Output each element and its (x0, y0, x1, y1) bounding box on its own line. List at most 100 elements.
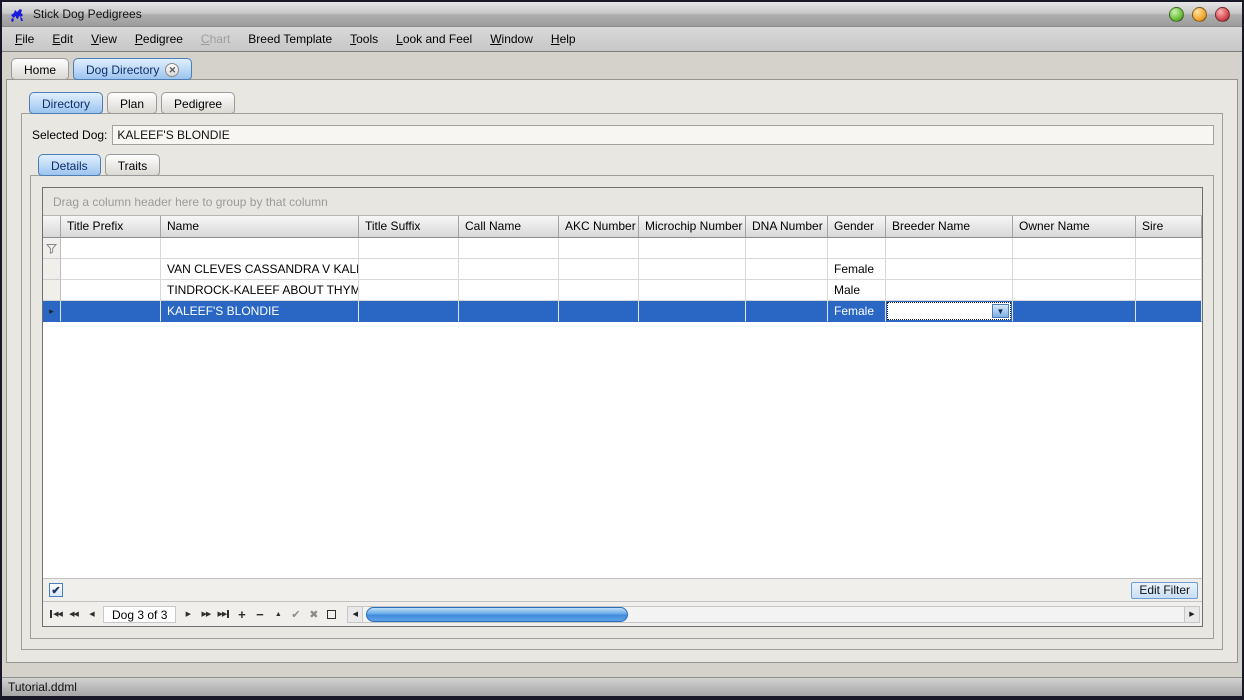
scrollbar-thumb[interactable] (366, 607, 628, 622)
grid-cell-call-name[interactable] (459, 280, 559, 301)
grid-cell-title-prefix[interactable] (61, 259, 161, 280)
grid-group-panel[interactable]: Drag a column header here to group by th… (43, 188, 1202, 216)
column-header-name[interactable]: Name (161, 216, 359, 238)
menu-view[interactable]: View (82, 29, 126, 49)
table-row[interactable]: TINDROCK-KALEEF ABOUT THYME Male (43, 280, 1202, 301)
tab-dog-directory[interactable]: Dog Directory✕ (73, 58, 192, 80)
tab-directory[interactable]: Directory (29, 92, 103, 114)
maximize-button[interactable] (1192, 7, 1207, 22)
grid-cell-gender[interactable]: Male (828, 280, 886, 301)
grid-cell-call-name[interactable] (459, 259, 559, 280)
grid-cell-name[interactable]: KALEEF'S BLONDIE (161, 301, 359, 322)
column-header-gender[interactable]: Gender (828, 216, 886, 238)
grid-cell-name[interactable]: TINDROCK-KALEEF ABOUT THYME (161, 280, 359, 301)
menu-edit[interactable]: Edit (43, 29, 82, 49)
grid-cell-dna-number[interactable] (746, 301, 828, 322)
nav-end-edit-button[interactable]: ✔ (287, 606, 304, 623)
column-header-breeder-name[interactable]: Breeder Name (886, 216, 1013, 238)
column-header-call-name[interactable]: Call Name (459, 216, 559, 238)
column-header-dna-number[interactable]: DNA Number (746, 216, 828, 238)
grid-cell-akc-number[interactable] (559, 280, 639, 301)
grid-cell-owner-name[interactable] (1013, 280, 1136, 301)
grid-cell-microchip-number[interactable] (639, 280, 746, 301)
column-header-microchip-number[interactable]: Microchip Number (639, 216, 746, 238)
filter-cell[interactable] (559, 238, 639, 259)
grid-cell-title-prefix[interactable] (61, 301, 161, 322)
grid-cell-owner-name[interactable] (1013, 259, 1136, 280)
filter-cell[interactable] (1136, 238, 1202, 259)
grid-cell-dna-number[interactable] (746, 280, 828, 301)
grid-cell-sire[interactable] (1136, 301, 1202, 322)
filter-cell[interactable] (639, 238, 746, 259)
filter-cell[interactable] (61, 238, 161, 259)
minimize-button[interactable] (1169, 7, 1184, 22)
nav-box-button[interactable] (323, 606, 340, 623)
menu-window[interactable]: Window (481, 29, 542, 49)
filter-checkbox[interactable]: ✔ (49, 583, 63, 597)
grid-cell-owner-name[interactable] (1013, 301, 1136, 322)
column-header-title-suffix[interactable]: Title Suffix (359, 216, 459, 238)
filter-cell[interactable] (161, 238, 359, 259)
grid-cell-title-prefix[interactable] (61, 280, 161, 301)
nav-append-button[interactable]: + (233, 606, 250, 623)
tab-traits[interactable]: Traits (105, 154, 161, 176)
nav-edit-button[interactable]: ▲ (269, 606, 286, 623)
grid-cell-microchip-number[interactable] (639, 301, 746, 322)
scroll-left-icon[interactable]: ◀ (348, 607, 363, 622)
close-tab-icon[interactable]: ✕ (165, 63, 179, 77)
grid-cell-breeder-name[interactable] (886, 259, 1013, 280)
menu-breed-template[interactable]: Breed Template (239, 29, 341, 49)
nav-cancel-edit-button[interactable]: ✖ (305, 606, 322, 623)
menu-file[interactable]: File (6, 29, 43, 49)
filter-cell[interactable] (746, 238, 828, 259)
grid-cell-akc-number[interactable] (559, 259, 639, 280)
close-button[interactable] (1215, 7, 1230, 22)
breeder-name-editor[interactable]: ▼ (887, 302, 1011, 320)
menu-pedigree[interactable]: Pedigree (126, 29, 192, 49)
filter-cell[interactable] (828, 238, 886, 259)
grid-cell-dna-number[interactable] (746, 259, 828, 280)
table-row[interactable]: ▸KALEEF'S BLONDIEFemale▼ (43, 301, 1202, 322)
filter-cell[interactable] (1013, 238, 1136, 259)
edit-filter-button[interactable]: Edit Filter (1131, 582, 1198, 599)
nav-delete-button[interactable]: − (251, 606, 268, 623)
selected-dog-input[interactable] (112, 125, 1214, 145)
grid-cell-gender[interactable]: Female (828, 259, 886, 280)
filter-cell[interactable] (459, 238, 559, 259)
tab-pedigree[interactable]: Pedigree (161, 92, 235, 114)
grid-cell-microchip-number[interactable] (639, 259, 746, 280)
column-header-title-prefix[interactable]: Title Prefix (61, 216, 161, 238)
grid-cell-sire[interactable] (1136, 280, 1202, 301)
scrollbar-track[interactable] (363, 607, 1184, 622)
tab-plan[interactable]: Plan (107, 92, 157, 114)
nav-next-page-button[interactable]: ▶▶ (197, 606, 214, 623)
tab-details[interactable]: Details (38, 154, 101, 176)
nav-next-button[interactable]: ▶ (179, 606, 196, 623)
nav-first-button[interactable]: ◀◀ (47, 606, 64, 623)
grid-cell-name[interactable]: VAN CLEVES CASSANDRA V KALEEF (161, 259, 359, 280)
menu-help[interactable]: Help (542, 29, 585, 49)
column-header-akc-number[interactable]: AKC Number (559, 216, 639, 238)
filter-cell[interactable] (359, 238, 459, 259)
grid-cell-title-suffix[interactable] (359, 301, 459, 322)
grid-cell-gender[interactable]: Female (828, 301, 886, 322)
grid-cell-breeder-name[interactable] (886, 280, 1013, 301)
menu-look-and-feel[interactable]: Look and Feel (387, 29, 481, 49)
column-header-owner-name[interactable]: Owner Name (1013, 216, 1136, 238)
grid-cell-call-name[interactable] (459, 301, 559, 322)
tab-home[interactable]: Home (11, 58, 69, 80)
grid-cell-sire[interactable] (1136, 259, 1202, 280)
nav-prev-page-button[interactable]: ◀◀ (65, 606, 82, 623)
nav-prev-button[interactable]: ◀ (83, 606, 100, 623)
filter-cell[interactable] (886, 238, 1013, 259)
grid-cell-title-suffix[interactable] (359, 280, 459, 301)
grid-cell-breeder-name[interactable]: ▼ (886, 301, 1013, 322)
column-header-sire[interactable]: Sire (1136, 216, 1202, 238)
scroll-right-icon[interactable]: ▶ (1184, 607, 1199, 622)
dropdown-arrow-icon[interactable]: ▼ (992, 304, 1009, 318)
menu-tools[interactable]: Tools (341, 29, 387, 49)
nav-last-button[interactable]: ▶▶ (215, 606, 232, 623)
table-row[interactable]: VAN CLEVES CASSANDRA V KALEEF Female (43, 259, 1202, 280)
grid-cell-title-suffix[interactable] (359, 259, 459, 280)
grid-cell-akc-number[interactable] (559, 301, 639, 322)
